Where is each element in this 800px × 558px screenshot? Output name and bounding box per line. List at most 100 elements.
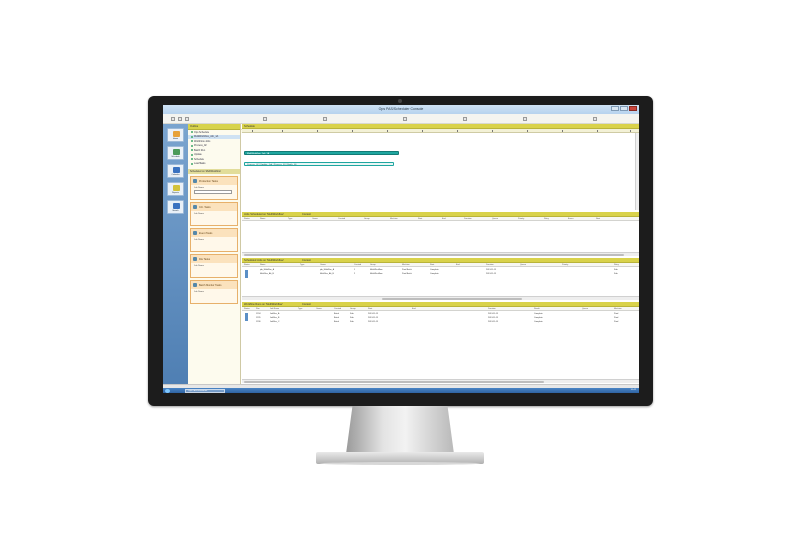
column-header[interactable]: Machine [614,308,622,310]
column-header[interactable]: Status [244,218,250,220]
column-header[interactable]: Duration [464,218,472,220]
column-header[interactable]: Duration [488,308,496,310]
nav-home[interactable]: Home [167,128,184,142]
zoom-icon[interactable] [403,117,407,121]
minimize-icon[interactable] [611,106,619,111]
column-header[interactable]: Status [244,264,250,266]
column-header[interactable]: Name [260,218,265,220]
column-header[interactable]: Created [338,218,345,220]
settings-icon[interactable] [523,117,527,121]
task-group-header[interactable]: Event Tasks [191,229,237,237]
taskbar-app-button[interactable]: Ops PAS/Scheduler [185,388,225,393]
column-header[interactable]: Queue [492,218,498,220]
column-header[interactable]: Group [370,264,376,266]
column-header[interactable]: Queue [582,308,588,310]
gantt-bar[interactable]: Process_02 | Update_Job | Process_03 | B… [244,162,394,166]
column-header[interactable]: End [456,264,460,266]
section2-scrollbar[interactable] [242,252,639,256]
tree-item-label: Batch Run [194,148,206,152]
paste-icon[interactable] [185,117,189,121]
ruler-tick [597,130,598,132]
close-icon[interactable] [629,106,637,111]
column-header[interactable]: Duration [486,264,494,266]
table-cell: MultiRun_Alt_B [320,272,334,275]
nav-reports-label: Reports [171,192,179,194]
nav-calendar[interactable]: Calendar [167,164,184,178]
column-header[interactable]: Job Name [270,308,279,310]
column-header[interactable]: Machine [402,264,410,266]
task-group-header[interactable]: Batch Monitor Tasks [191,281,237,289]
column-header[interactable]: Type [298,308,302,310]
table-row[interactable]: 1236 JobRun_C Batch Sub 2013-11-15 2013-… [242,320,639,324]
column-header[interactable]: Retry [544,218,549,220]
start-icon[interactable] [165,388,170,393]
column-header[interactable]: Queue [520,264,526,266]
table-row[interactable]: 1234 JobRun_A Batch Sub 2013-11-15 2013-… [242,312,639,316]
section3-scrollbar[interactable] [242,296,639,300]
grid-icon[interactable] [463,117,467,121]
column-header[interactable]: Priority [562,264,568,266]
table-row[interactable]: 1235 JobRun_B Batch Sub 2013-11-15 2013-… [242,316,639,320]
nav-schedule[interactable]: Schedule [167,146,184,160]
table-cell: Batch [334,316,340,319]
task-group: Batch Monitor Tasks Job Name [190,280,238,304]
tree-item-label: WorkFlow Jobs [194,139,211,143]
section2-title: Jobs Scheduled on 'MultiWorkflow' [244,213,284,216]
scroll-thumb[interactable] [244,381,544,383]
column-header[interactable]: Created [354,264,361,266]
table-row[interactable]: MultiRun_Alt_B MultiRun_Alt_B 2 MultiWor… [242,272,639,276]
column-header[interactable]: Owner [316,308,322,310]
column-header[interactable]: Group [350,308,356,310]
column-header[interactable]: Errors [568,218,573,220]
maximize-icon[interactable] [620,106,628,111]
column-header[interactable]: Start [368,308,372,310]
tree-item[interactable]: LoadTasks [188,162,240,167]
status-dot-icon [191,158,193,161]
column-header[interactable]: End [442,218,446,220]
column-header[interactable]: Result [534,308,540,310]
column-header[interactable]: Priority [518,218,524,220]
cut-icon[interactable] [171,117,175,121]
ruler-tick [562,130,563,132]
status-dot-icon [191,153,193,156]
table-cell: job_MultiRun_A [320,268,335,271]
task-group-header[interactable]: Production Tasks [191,177,237,185]
task-icon [193,283,197,287]
side-panel: Outline Ops Schedule MultiWorkflow_Job_1… [188,124,241,384]
task-group-header[interactable]: Crit. Tasks [191,203,237,211]
column-header[interactable]: Name [260,264,265,266]
column-header[interactable]: Created [334,308,341,310]
redo-icon[interactable] [323,117,327,121]
column-header[interactable]: Owner [312,218,318,220]
column-header[interactable]: End [412,308,416,310]
task-group-header[interactable]: File Tasks [191,255,237,263]
column-header[interactable]: Retry [614,264,619,266]
gantt-bar[interactable]: MultiWorkflow_Job_1A [244,151,399,155]
task-field-input[interactable] [194,190,232,194]
section4-title: Workflow Runs on 'MultiWorkflow' [244,303,283,306]
scroll-thumb[interactable] [382,298,522,300]
table-cell: 1 [354,268,356,271]
column-header[interactable]: Type [300,264,304,266]
column-header[interactable]: Start [430,264,434,266]
column-header[interactable]: Group [364,218,370,220]
column-header[interactable]: Start [418,218,422,220]
copy-icon[interactable] [178,117,182,121]
column-header[interactable]: Type [288,218,292,220]
table-row[interactable]: job_MultiRun_A job_MultiRun_A 1 MultiWor… [242,268,639,272]
help-icon[interactable] [593,117,597,121]
nav-search[interactable]: Search [167,200,184,214]
column-header[interactable]: Run [256,308,260,310]
ruler-tick [457,130,458,132]
undo-icon[interactable] [263,117,267,121]
column-header[interactable]: Machine [390,218,398,220]
scroll-thumb[interactable] [244,254,624,256]
search-icon [173,203,180,209]
nav-reports[interactable]: Reports [167,182,184,196]
column-header[interactable]: Next [596,218,600,220]
tree-item-label: LoadTasks [194,162,206,166]
vertical-scrollbar[interactable] [635,133,639,210]
column-header[interactable]: Status [244,308,250,310]
section4-scrollbar[interactable] [242,379,639,383]
column-header[interactable]: Owner [320,264,326,266]
